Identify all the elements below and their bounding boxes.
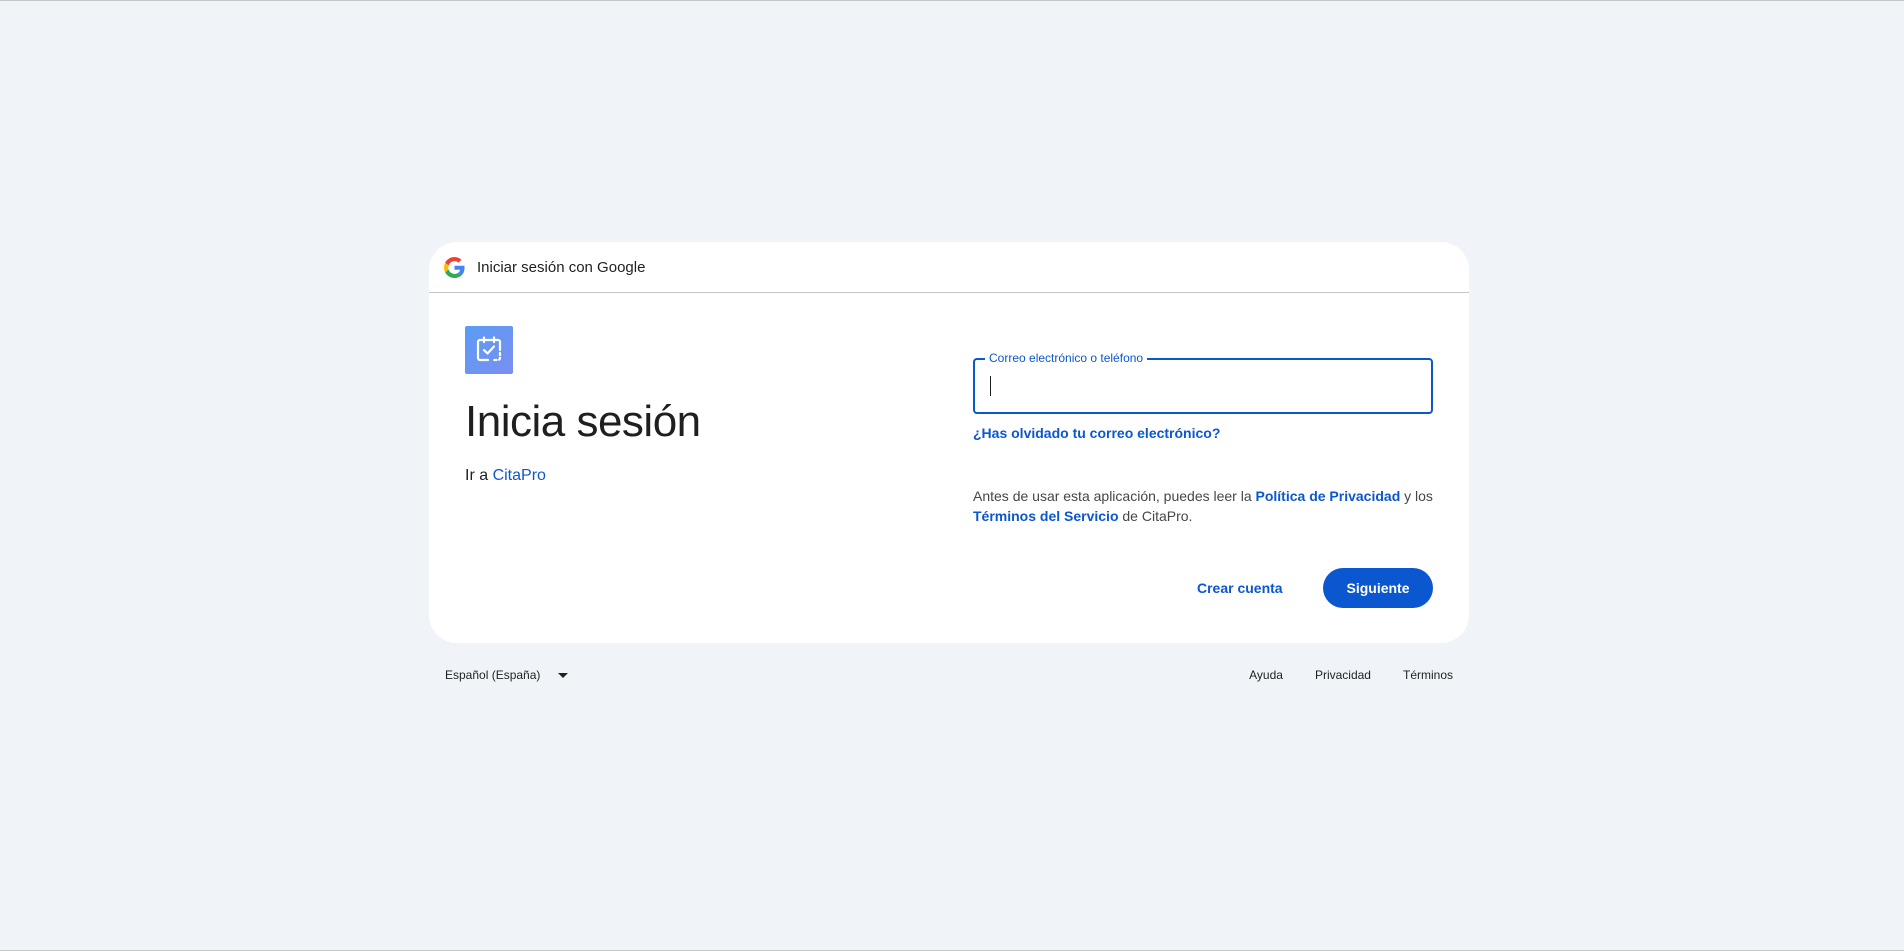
language-selector[interactable]: Español (España): [445, 668, 569, 682]
subtitle-prefix: Ir a: [465, 467, 493, 484]
top-border: [0, 0, 1904, 1]
terms-of-service-link[interactable]: Términos del Servicio: [973, 508, 1119, 524]
privacy-policy-link[interactable]: Política de Privacidad: [1256, 488, 1401, 504]
notice-text-2: y los: [1400, 488, 1433, 504]
footer-privacy-link[interactable]: Privacidad: [1315, 668, 1371, 682]
footer-links: Ayuda Privacidad Términos: [1217, 668, 1453, 682]
card-header: Iniciar sesión con Google: [429, 242, 1469, 293]
app-name-link[interactable]: CitaPro: [493, 467, 546, 484]
privacy-notice: Antes de usar esta aplicación, puedes le…: [973, 486, 1443, 526]
footer: Español (España) Ayuda Privacidad Términ…: [429, 664, 1469, 688]
sign-in-card: Iniciar sesión con Google Inicia sesión …: [429, 242, 1469, 643]
email-input[interactable]: [975, 360, 1431, 412]
calendar-check-icon: [465, 326, 513, 374]
footer-terms-link[interactable]: Términos: [1403, 668, 1453, 682]
next-button[interactable]: Siguiente: [1323, 568, 1433, 608]
notice-text-1: Antes de usar esta aplicación, puedes le…: [973, 488, 1256, 504]
create-account-button[interactable]: Crear cuenta: [1181, 568, 1299, 608]
text-caret: [990, 376, 991, 396]
caret-down-icon: [558, 672, 569, 678]
email-field[interactable]: Correo electrónico o teléfono: [973, 351, 1433, 414]
forgot-email-link[interactable]: ¿Has olvidado tu correo electrónico?: [973, 425, 1220, 441]
page-title: Inicia sesión: [465, 397, 701, 446]
footer-help-link[interactable]: Ayuda: [1249, 668, 1283, 682]
header-title: Iniciar sesión con Google: [477, 258, 646, 276]
subtitle: Ir a CitaPro: [465, 467, 546, 485]
language-label: Español (España): [445, 668, 541, 682]
google-g-icon: [444, 256, 465, 278]
notice-text-3: de CitaPro.: [1118, 508, 1193, 524]
